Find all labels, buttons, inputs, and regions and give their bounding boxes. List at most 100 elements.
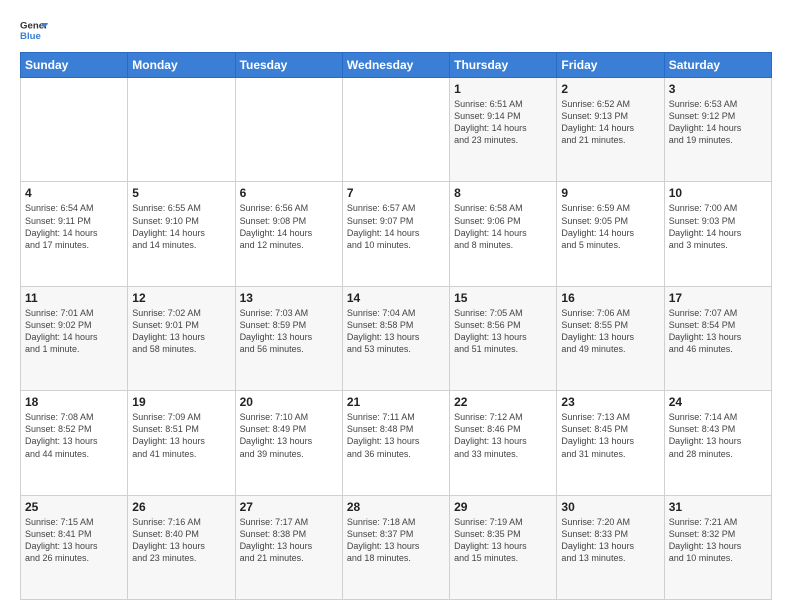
svg-text:Blue: Blue — [20, 31, 41, 42]
calendar-day-18: 18 Sunrise: 7:08 AM Sunset: 8:52 PM Dayli… — [21, 391, 128, 495]
day-number: 12 — [132, 291, 230, 305]
day-info: Sunrise: 7:06 AM Sunset: 8:55 PM Dayligh… — [561, 307, 659, 356]
day-number: 3 — [669, 82, 767, 96]
day-info: Sunrise: 6:53 AM Sunset: 9:12 PM Dayligh… — [669, 98, 767, 147]
day-info: Sunrise: 7:13 AM Sunset: 8:45 PM Dayligh… — [561, 411, 659, 460]
day-info: Sunrise: 7:02 AM Sunset: 9:01 PM Dayligh… — [132, 307, 230, 356]
day-info: Sunrise: 7:07 AM Sunset: 8:54 PM Dayligh… — [669, 307, 767, 356]
day-number: 26 — [132, 500, 230, 514]
day-info: Sunrise: 6:52 AM Sunset: 9:13 PM Dayligh… — [561, 98, 659, 147]
day-header-monday: Monday — [128, 53, 235, 78]
calendar-day-4: 4 Sunrise: 6:54 AM Sunset: 9:11 PM Daylig… — [21, 182, 128, 286]
day-number: 23 — [561, 395, 659, 409]
day-header-friday: Friday — [557, 53, 664, 78]
day-header-sunday: Sunday — [21, 53, 128, 78]
day-info: Sunrise: 7:15 AM Sunset: 8:41 PM Dayligh… — [25, 516, 123, 565]
calendar-day-25: 25 Sunrise: 7:15 AM Sunset: 8:41 PM Dayli… — [21, 495, 128, 599]
day-info: Sunrise: 6:57 AM Sunset: 9:07 PM Dayligh… — [347, 202, 445, 251]
day-number: 8 — [454, 186, 552, 200]
day-info: Sunrise: 7:21 AM Sunset: 8:32 PM Dayligh… — [669, 516, 767, 565]
calendar-day-empty — [342, 78, 449, 182]
day-number: 21 — [347, 395, 445, 409]
day-number: 16 — [561, 291, 659, 305]
calendar-day-27: 27 Sunrise: 7:17 AM Sunset: 8:38 PM Dayli… — [235, 495, 342, 599]
day-info: Sunrise: 7:03 AM Sunset: 8:59 PM Dayligh… — [240, 307, 338, 356]
day-info: Sunrise: 7:20 AM Sunset: 8:33 PM Dayligh… — [561, 516, 659, 565]
day-number: 4 — [25, 186, 123, 200]
day-number: 17 — [669, 291, 767, 305]
calendar-day-20: 20Sunrise: 7:10 AM Sunset: 8:49 PM Dayli… — [235, 391, 342, 495]
day-info: Sunrise: 7:05 AM Sunset: 8:56 PM Dayligh… — [454, 307, 552, 356]
day-info: Sunrise: 6:58 AM Sunset: 9:06 PM Dayligh… — [454, 202, 552, 251]
logo: General Blue — [20, 16, 48, 44]
day-number: 22 — [454, 395, 552, 409]
day-info: Sunrise: 6:51 AM Sunset: 9:14 PM Dayligh… — [454, 98, 552, 147]
day-info: Sunrise: 7:12 AM Sunset: 8:46 PM Dayligh… — [454, 411, 552, 460]
calendar-day-empty — [128, 78, 235, 182]
calendar-day-12: 12 Sunrise: 7:02 AM Sunset: 9:01 PM Dayli… — [128, 286, 235, 390]
day-info: Sunrise: 7:16 AM Sunset: 8:40 PM Dayligh… — [132, 516, 230, 565]
day-info: Sunrise: 7:18 AM Sunset: 8:37 PM Dayligh… — [347, 516, 445, 565]
calendar-day-5: 5 Sunrise: 6:55 AM Sunset: 9:10 PM Daylig… — [128, 182, 235, 286]
calendar-day-1: 1Sunrise: 6:51 AM Sunset: 9:14 PM Daylig… — [450, 78, 557, 182]
day-info: Sunrise: 7:17 AM Sunset: 8:38 PM Dayligh… — [240, 516, 338, 565]
day-number: 9 — [561, 186, 659, 200]
calendar-day-7: 7 Sunrise: 6:57 AM Sunset: 9:07 PM Daylig… — [342, 182, 449, 286]
day-number: 25 — [25, 500, 123, 514]
day-number: 24 — [669, 395, 767, 409]
day-number: 7 — [347, 186, 445, 200]
calendar-week-4: 18 Sunrise: 7:08 AM Sunset: 8:52 PM Dayli… — [21, 391, 772, 495]
day-number: 11 — [25, 291, 123, 305]
day-info: Sunrise: 7:14 AM Sunset: 8:43 PM Dayligh… — [669, 411, 767, 460]
calendar-day-30: 30Sunrise: 7:20 AM Sunset: 8:33 PM Dayli… — [557, 495, 664, 599]
calendar-day-24: 24 Sunrise: 7:14 AM Sunset: 8:43 PM Dayli… — [664, 391, 771, 495]
calendar-day-31: 31 Sunrise: 7:21 AM Sunset: 8:32 PM Dayli… — [664, 495, 771, 599]
day-number: 29 — [454, 500, 552, 514]
day-info: Sunrise: 6:56 AM Sunset: 9:08 PM Dayligh… — [240, 202, 338, 251]
calendar-day-29: 29 Sunrise: 7:19 AM Sunset: 8:35 PM Dayli… — [450, 495, 557, 599]
day-info: Sunrise: 7:09 AM Sunset: 8:51 PM Dayligh… — [132, 411, 230, 460]
calendar-day-22: 22 Sunrise: 7:12 AM Sunset: 8:46 PM Dayli… — [450, 391, 557, 495]
calendar-day-13: 13 Sunrise: 7:03 AM Sunset: 8:59 PM Dayli… — [235, 286, 342, 390]
calendar-week-3: 11 Sunrise: 7:01 AM Sunset: 9:02 PM Dayli… — [21, 286, 772, 390]
calendar-day-16: 16 Sunrise: 7:06 AM Sunset: 8:55 PM Dayli… — [557, 286, 664, 390]
calendar-day-28: 28 Sunrise: 7:18 AM Sunset: 8:37 PM Dayli… — [342, 495, 449, 599]
page: General Blue SundayMondayTuesdayWednesda… — [0, 0, 792, 612]
day-info: Sunrise: 7:08 AM Sunset: 8:52 PM Dayligh… — [25, 411, 123, 460]
calendar-day-14: 14 Sunrise: 7:04 AM Sunset: 8:58 PM Dayli… — [342, 286, 449, 390]
day-header-saturday: Saturday — [664, 53, 771, 78]
day-info: Sunrise: 7:10 AM Sunset: 8:49 PM Dayligh… — [240, 411, 338, 460]
day-header-thursday: Thursday — [450, 53, 557, 78]
day-info: Sunrise: 7:04 AM Sunset: 8:58 PM Dayligh… — [347, 307, 445, 356]
calendar-day-17: 17 Sunrise: 7:07 AM Sunset: 8:54 PM Dayli… — [664, 286, 771, 390]
day-info: Sunrise: 6:55 AM Sunset: 9:10 PM Dayligh… — [132, 202, 230, 251]
day-number: 13 — [240, 291, 338, 305]
day-number: 19 — [132, 395, 230, 409]
day-number: 6 — [240, 186, 338, 200]
day-number: 31 — [669, 500, 767, 514]
day-number: 15 — [454, 291, 552, 305]
day-info: Sunrise: 7:19 AM Sunset: 8:35 PM Dayligh… — [454, 516, 552, 565]
day-number: 5 — [132, 186, 230, 200]
calendar-week-2: 4 Sunrise: 6:54 AM Sunset: 9:11 PM Daylig… — [21, 182, 772, 286]
calendar-day-23: 23 Sunrise: 7:13 AM Sunset: 8:45 PM Dayli… — [557, 391, 664, 495]
calendar-day-19: 19 Sunrise: 7:09 AM Sunset: 8:51 PM Dayli… — [128, 391, 235, 495]
day-number: 28 — [347, 500, 445, 514]
calendar-day-26: 26 Sunrise: 7:16 AM Sunset: 8:40 PM Dayli… — [128, 495, 235, 599]
day-info: Sunrise: 7:00 AM Sunset: 9:03 PM Dayligh… — [669, 202, 767, 251]
day-info: Sunrise: 7:01 AM Sunset: 9:02 PM Dayligh… — [25, 307, 123, 356]
day-number: 2 — [561, 82, 659, 96]
calendar-week-1: 1Sunrise: 6:51 AM Sunset: 9:14 PM Daylig… — [21, 78, 772, 182]
calendar-table: SundayMondayTuesdayWednesdayThursdayFrid… — [20, 52, 772, 600]
day-number: 10 — [669, 186, 767, 200]
day-header-wednesday: Wednesday — [342, 53, 449, 78]
header: General Blue — [20, 16, 772, 44]
day-number: 27 — [240, 500, 338, 514]
calendar-day-11: 11 Sunrise: 7:01 AM Sunset: 9:02 PM Dayli… — [21, 286, 128, 390]
day-info: Sunrise: 6:54 AM Sunset: 9:11 PM Dayligh… — [25, 202, 123, 251]
day-number: 18 — [25, 395, 123, 409]
day-header-tuesday: Tuesday — [235, 53, 342, 78]
calendar-day-8: 8 Sunrise: 6:58 AM Sunset: 9:06 PM Daylig… — [450, 182, 557, 286]
day-info: Sunrise: 6:59 AM Sunset: 9:05 PM Dayligh… — [561, 202, 659, 251]
day-number: 14 — [347, 291, 445, 305]
